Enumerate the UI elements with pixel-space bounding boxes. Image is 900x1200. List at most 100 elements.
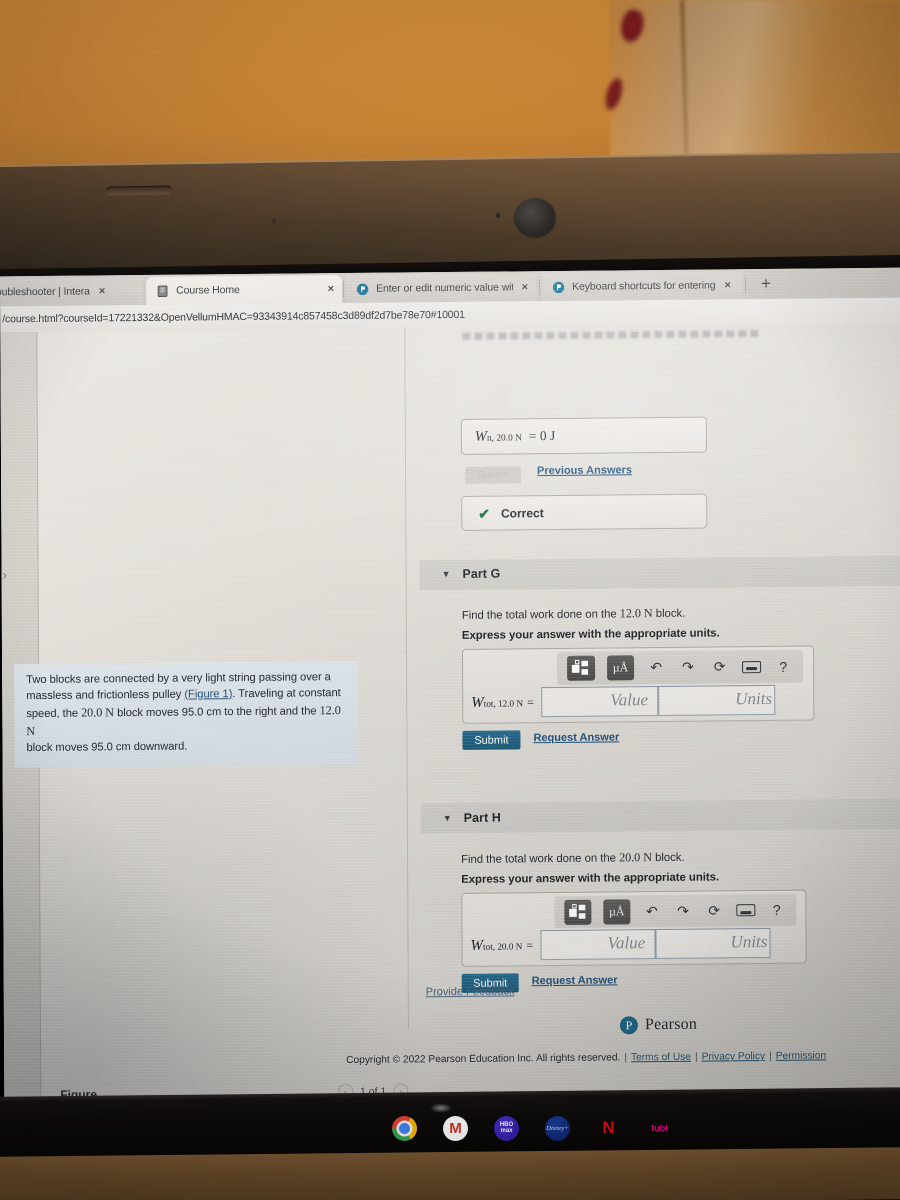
privacy-policy-link[interactable]: Privacy Policy xyxy=(702,1051,765,1063)
tab-close-icon[interactable]: × xyxy=(522,281,529,293)
part-g-units-instruction: Express your answer with the appropriate… xyxy=(461,627,720,642)
pearson-p-icon xyxy=(356,283,369,295)
footer-sep-3: | xyxy=(769,1050,772,1062)
previous-answer-variable: Wn, 20.0 N xyxy=(474,428,522,445)
previous-submit-button-disabled: Submit xyxy=(465,466,522,484)
tab-title: Enter or edit numeric value with xyxy=(376,281,513,295)
tab-keyboard-shortcuts[interactable]: Keyboard shortcuts for entering × xyxy=(542,271,743,302)
part-h-math-toolbar: µÅ ↶ ↷ ⟳ ? xyxy=(554,893,797,929)
redo-icon[interactable]: ↷ xyxy=(673,901,692,921)
undo-icon[interactable]: ↶ xyxy=(646,657,666,677)
previous-answer-value: = 0 J xyxy=(528,427,556,444)
footer-sep-2: | xyxy=(694,1051,698,1063)
problem-line-4: block moves 95.0 cm downward. xyxy=(26,740,188,754)
pearson-p-icon xyxy=(552,281,565,293)
math-template-icon[interactable] xyxy=(567,655,595,681)
reset-icon[interactable]: ⟳ xyxy=(710,657,730,677)
redo-icon[interactable]: ↷ xyxy=(678,657,698,677)
tab-title: Course Home xyxy=(176,284,240,297)
units-micro-angstrom-icon[interactable]: µÅ xyxy=(603,898,631,925)
keyboard-icon[interactable] xyxy=(735,900,756,920)
pearson-p-icon: P xyxy=(619,1016,638,1035)
provide-feedback-link[interactable]: Provide Feedback xyxy=(426,985,515,998)
part-g-header[interactable]: ▼ Part G xyxy=(442,567,501,582)
problem-line-2b: . Traveling at constant xyxy=(232,686,341,701)
help-icon[interactable]: ? xyxy=(767,900,786,920)
part-h-answer-subscript: tot, 20.0 N xyxy=(483,941,523,952)
page-content: › Two blocks are connected by a very lig… xyxy=(0,323,900,1107)
keyboard-icon[interactable] xyxy=(741,657,762,677)
copyright-bar: Copyright © 2022 Pearson Education Inc. … xyxy=(346,1050,900,1066)
chrome-icon[interactable] xyxy=(392,1115,417,1141)
part-g-submit-button[interactable]: Submit xyxy=(462,730,521,750)
math-template-glyph xyxy=(569,903,586,919)
part-g-answer-shell: µÅ ↶ ↷ ⟳ ? Wtot, 12.0 N = xyxy=(461,645,815,724)
pearson-logo: P Pearson xyxy=(619,1015,698,1035)
part-h-header[interactable]: ▼ Part H xyxy=(443,811,501,826)
part-h-prompt: Find the total work done on the 20.0 N b… xyxy=(461,850,685,867)
photo-of-laptop-screen: arson Troubleshooter | Intera × Course H… xyxy=(0,0,900,1200)
tab-close-icon[interactable]: × xyxy=(99,285,106,297)
correct-feedback-box: ✔ Correct xyxy=(461,493,708,531)
part-h-answer-shell: µÅ ↶ ↷ ⟳ ? Wtot, 20.0 N = xyxy=(461,889,807,967)
reset-icon[interactable]: ⟳ xyxy=(705,900,724,920)
problem-line-3a: speed, the xyxy=(26,707,82,720)
pearson-wordmark: Pearson xyxy=(644,1015,698,1034)
math-template-icon[interactable] xyxy=(564,899,592,925)
tab-close-icon[interactable]: × xyxy=(328,283,335,295)
book-icon xyxy=(157,285,168,297)
chevron-down-icon[interactable]: ▼ xyxy=(442,569,451,579)
tab-close-icon[interactable]: × xyxy=(724,279,731,291)
check-icon: ✔ xyxy=(478,505,491,522)
desk-surface xyxy=(0,1147,900,1200)
part-g-value-placeholder: Value xyxy=(610,690,649,710)
previous-answer-box: Wn, 20.0 N = 0 J xyxy=(460,416,707,455)
new-tab-button[interactable]: + xyxy=(756,274,776,294)
expand-sidebar-chevron-icon[interactable]: › xyxy=(3,567,7,582)
hbo-max-icon[interactable]: HBO max xyxy=(494,1115,519,1141)
part-h-units-placeholder: Units xyxy=(730,931,768,952)
problem-line-2a: massless and frictionless pulley xyxy=(26,688,185,702)
tab-title: Keyboard shortcuts for entering xyxy=(572,279,716,293)
part-g-prompt-a: Find the total work done on the xyxy=(461,608,620,622)
previous-prompt-clipped xyxy=(462,330,763,340)
tab-course-home[interactable]: Course Home × xyxy=(146,275,343,305)
gmail-icon[interactable]: M xyxy=(443,1115,468,1141)
right-column: Wn, 20.0 N = 0 J Submit Previous Answers… xyxy=(346,324,900,1103)
previous-answer-subscript: n, 20.0 N xyxy=(486,432,522,444)
problem-statement: Two blocks are connected by a very light… xyxy=(14,660,359,768)
previous-answers-link[interactable]: Previous Answers xyxy=(537,464,632,477)
figure-1-link[interactable]: (Figure 1) xyxy=(184,688,232,700)
part-g-title: Part G xyxy=(462,566,501,581)
webcam-indicator-dot xyxy=(496,213,500,218)
help-icon[interactable]: ? xyxy=(773,656,793,676)
units-micro-angstrom-icon[interactable]: µÅ xyxy=(606,655,635,681)
part-h-prompt-force: 20.0 N xyxy=(619,850,652,865)
disney-plus-icon[interactable]: Disney+ xyxy=(545,1115,570,1141)
part-h-equals: = xyxy=(526,938,534,953)
tab-pearson-troubleshooter[interactable]: arson Troubleshooter | Intera × xyxy=(0,276,144,307)
undo-icon[interactable]: ↶ xyxy=(642,901,661,921)
chevron-down-icon[interactable]: ▼ xyxy=(443,813,452,823)
correct-label: Correct xyxy=(500,505,544,521)
lid-speck xyxy=(272,219,276,224)
tubi-icon[interactable]: tubi xyxy=(647,1116,672,1141)
url-text: /course.html?courseId=17221332&OpenVellu… xyxy=(2,308,465,326)
laptop-screen: arson Troubleshooter | Intera × Course H… xyxy=(0,267,900,1107)
part-h-prompt-a: Find the total work done on the xyxy=(461,852,620,866)
permissions-link[interactable]: Permission xyxy=(776,1050,826,1061)
part-h-answer-label: Wtot, 20.0 N = xyxy=(470,937,534,954)
math-template-glyph xyxy=(572,659,589,675)
part-h-request-answer-link[interactable]: Request Answer xyxy=(532,974,618,987)
part-h-units-instruction: Express your answer with the appropriate… xyxy=(461,871,720,886)
part-g-prompt-b: block. xyxy=(652,607,686,621)
terms-of-use-link[interactable]: Terms of Use xyxy=(631,1052,691,1064)
part-g-request-answer-link[interactable]: Request Answer xyxy=(533,731,619,744)
os-taskbar: M HBO max Disney+ N tubi xyxy=(392,1108,692,1148)
tab-enter-numeric-value[interactable]: Enter or edit numeric value with × xyxy=(346,273,537,303)
part-g-prompt-force: 12.0 N xyxy=(619,606,653,621)
column-divider xyxy=(404,328,409,1029)
part-g-equals: = xyxy=(527,695,534,710)
part-h-title: Part H xyxy=(463,810,501,825)
netflix-icon[interactable]: N xyxy=(596,1116,621,1141)
